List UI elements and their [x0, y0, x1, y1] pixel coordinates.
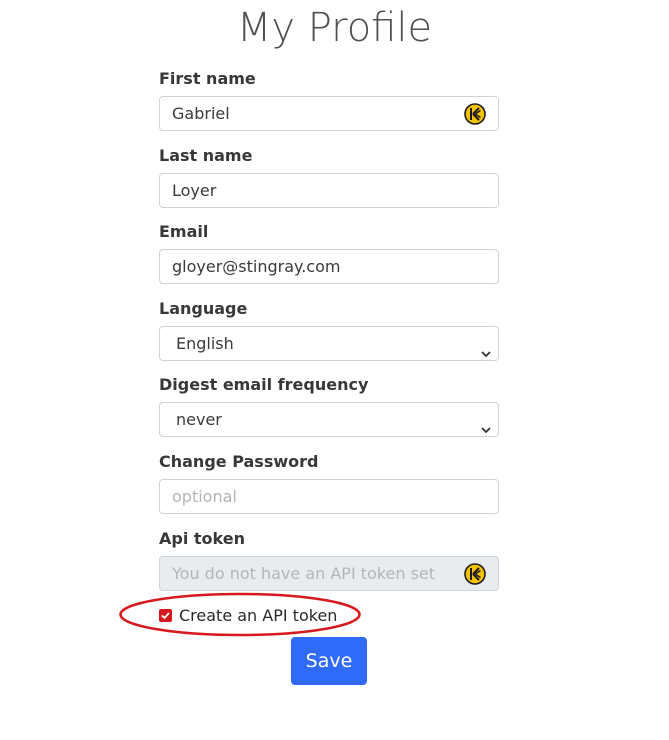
check-icon [161, 611, 170, 619]
chevron-down-icon [480, 338, 492, 358]
password-label: Change Password [159, 452, 319, 471]
create-api-token-checkbox[interactable] [159, 608, 172, 622]
email-group: Email gloyer@stingray.com [159, 222, 499, 284]
language-label: Language [159, 299, 248, 318]
language-group: Language English [159, 299, 499, 361]
keeper-icon[interactable] [464, 563, 486, 585]
api-token-placeholder: You do not have an API token set [172, 564, 436, 583]
password-input[interactable]: optional [159, 479, 499, 514]
first-name-group: First name Gabriel [159, 69, 499, 131]
digest-group: Digest email frequency never [159, 375, 499, 437]
save-button[interactable]: Save [291, 637, 367, 685]
keeper-icon[interactable] [464, 103, 486, 125]
first-name-label: First name [159, 69, 256, 88]
api-token-input: You do not have an API token set [159, 556, 499, 591]
last-name-input[interactable]: Loyer [159, 173, 499, 208]
api-token-group: Api token You do not have an API token s… [159, 529, 499, 591]
password-group: Change Password optional [159, 452, 499, 514]
last-name-value: Loyer [172, 181, 217, 200]
digest-selected: never [176, 410, 222, 429]
language-selected: English [176, 334, 234, 353]
api-token-label: Api token [159, 529, 245, 548]
chevron-down-icon [480, 414, 492, 434]
digest-label: Digest email frequency [159, 375, 369, 394]
email-input[interactable]: gloyer@stingray.com [159, 249, 499, 284]
last-name-group: Last name Loyer [159, 146, 499, 208]
page-title: My Profile [236, 5, 433, 51]
first-name-value: Gabriel [172, 104, 230, 123]
email-label: Email [159, 222, 209, 241]
password-placeholder: optional [172, 487, 237, 506]
digest-select[interactable]: never [159, 402, 499, 437]
email-value: gloyer@stingray.com [172, 257, 341, 276]
language-select[interactable]: English [159, 326, 499, 361]
create-api-token-label[interactable]: Create an API token [179, 606, 337, 625]
last-name-label: Last name [159, 146, 253, 165]
create-api-token-row[interactable]: Create an API token [159, 604, 337, 626]
first-name-input[interactable]: Gabriel [159, 96, 499, 131]
